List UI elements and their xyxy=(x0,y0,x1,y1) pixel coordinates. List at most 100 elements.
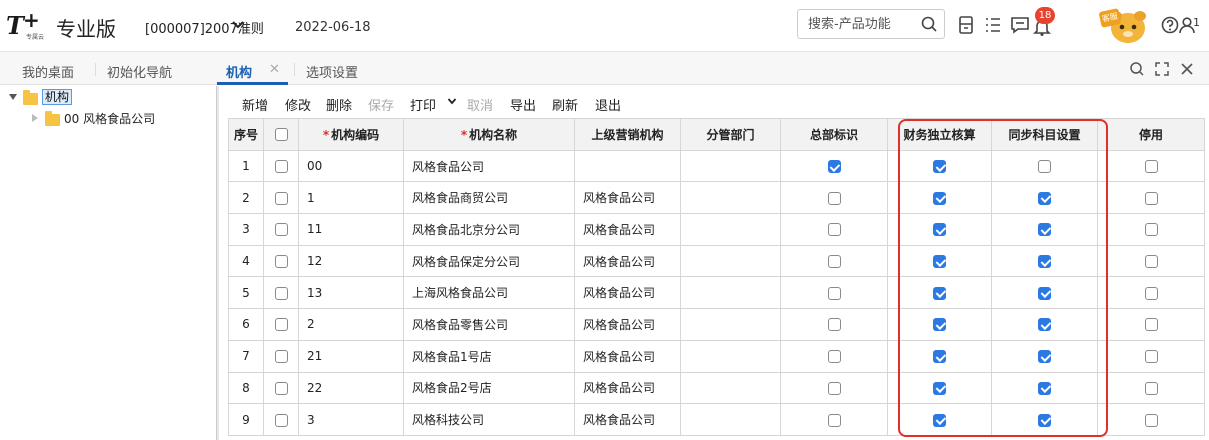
disabled-flag-cell[interactable] xyxy=(1097,149,1205,183)
triangle-right-icon[interactable] xyxy=(32,114,38,122)
col-header-code[interactable]: * 机构编码 xyxy=(298,118,404,151)
row-select-cell[interactable] xyxy=(263,403,299,436)
cancel-button[interactable]: 取消 xyxy=(467,95,493,114)
account-selector[interactable]: [000007]2007准则 xyxy=(145,18,264,37)
sync-account-settings-cell[interactable] xyxy=(991,213,1098,246)
row-select-cell[interactable] xyxy=(263,181,299,215)
disabled-flag-cell[interactable] xyxy=(1097,213,1205,246)
sync-account-settings-checkbox[interactable] xyxy=(1038,413,1051,427)
table-row[interactable]: 8 22 风格食品2号店 风格食品公司 xyxy=(228,371,1205,405)
hq-flag-cell[interactable] xyxy=(780,276,888,310)
independent-accounting-checkbox[interactable] xyxy=(933,413,946,427)
independent-accounting-checkbox[interactable] xyxy=(933,318,946,332)
sync-account-settings-cell[interactable] xyxy=(991,276,1098,310)
independent-accounting-cell[interactable] xyxy=(887,181,992,215)
chevron-down-icon[interactable] xyxy=(447,96,457,106)
org-name-cell[interactable]: 风格食品保定分公司 xyxy=(403,244,575,278)
exit-button[interactable]: 退出 xyxy=(595,95,621,114)
hq-flag-cell[interactable] xyxy=(780,403,888,436)
disabled-flag-checkbox[interactable] xyxy=(1144,413,1158,427)
org-name-cell[interactable]: 风格食品北京分公司 xyxy=(403,213,575,246)
sync-account-settings-cell[interactable] xyxy=(991,308,1098,341)
parent-org-cell[interactable]: 风格食品公司 xyxy=(574,308,681,341)
col-header-hq[interactable]: 总部标识 xyxy=(780,118,888,151)
dept-cell[interactable] xyxy=(680,339,781,373)
disabled-flag-checkbox[interactable] xyxy=(1144,286,1158,300)
sync-account-settings-cell[interactable] xyxy=(991,181,1098,215)
org-code-cell[interactable]: 00 xyxy=(298,149,404,183)
disabled-flag-checkbox[interactable] xyxy=(1144,223,1158,237)
independent-accounting-checkbox[interactable] xyxy=(933,160,946,174)
independent-accounting-cell[interactable] xyxy=(887,339,992,373)
hq-flag-checkbox[interactable] xyxy=(827,191,841,205)
hq-flag-checkbox[interactable] xyxy=(827,286,841,300)
table-row[interactable]: 4 12 风格食品保定分公司 风格食品公司 xyxy=(228,244,1205,278)
independent-accounting-checkbox[interactable] xyxy=(933,381,946,395)
row-select-cell[interactable] xyxy=(263,371,299,405)
independent-accounting-cell[interactable] xyxy=(887,213,992,246)
disabled-flag-cell[interactable] xyxy=(1097,339,1205,373)
hq-flag-cell[interactable] xyxy=(780,371,888,405)
org-code-cell[interactable]: 12 xyxy=(298,244,404,278)
independent-accounting-cell[interactable] xyxy=(887,371,992,405)
print-button[interactable]: 打印 xyxy=(410,95,436,114)
parent-org-cell[interactable]: 风格食品公司 xyxy=(574,244,681,278)
independent-accounting-cell[interactable] xyxy=(887,149,992,183)
col-header-dept[interactable]: 分管部门 xyxy=(680,118,781,151)
search-icon[interactable] xyxy=(920,15,938,33)
hq-flag-checkbox[interactable] xyxy=(827,381,841,395)
tree-node-child[interactable]: 00 风格食品公司 xyxy=(0,108,210,126)
org-code-cell[interactable]: 13 xyxy=(298,276,404,310)
col-header-select-all[interactable] xyxy=(263,118,299,151)
edit-button[interactable]: 修改 xyxy=(285,95,311,114)
hq-flag-cell[interactable] xyxy=(780,213,888,246)
parent-org-cell[interactable]: 风格食品公司 xyxy=(574,371,681,405)
org-name-cell[interactable]: 风格食品商贸公司 xyxy=(403,181,575,215)
sync-account-settings-checkbox[interactable] xyxy=(1038,318,1051,332)
hq-flag-checkbox[interactable] xyxy=(827,413,841,427)
sync-account-settings-cell[interactable] xyxy=(991,339,1098,373)
add-button[interactable]: 新增 xyxy=(242,95,268,114)
tab-organization[interactable]: 机构 xyxy=(226,62,252,81)
org-code-cell[interactable]: 22 xyxy=(298,371,404,405)
independent-accounting-cell[interactable] xyxy=(887,244,992,278)
table-row[interactable]: 2 1 风格食品商贸公司 风格食品公司 xyxy=(228,181,1205,215)
org-code-cell[interactable]: 11 xyxy=(298,213,404,246)
org-name-cell[interactable]: 上海风格食品公司 xyxy=(403,276,575,310)
dept-cell[interactable] xyxy=(680,213,781,246)
close-icon[interactable]: ✕ xyxy=(269,62,280,77)
independent-accounting-cell[interactable] xyxy=(887,403,992,436)
hq-flag-cell[interactable] xyxy=(780,181,888,215)
task-list-icon[interactable] xyxy=(983,15,1003,35)
disabled-flag-cell[interactable] xyxy=(1097,276,1205,310)
tplus-logo[interactable]: T + 专属云 xyxy=(6,8,52,41)
table-row[interactable]: 6 2 风格食品零售公司 风格食品公司 xyxy=(228,308,1205,341)
hq-flag-cell[interactable] xyxy=(780,339,888,373)
independent-accounting-checkbox[interactable] xyxy=(933,255,946,269)
row-select-cell[interactable] xyxy=(263,339,299,373)
table-row[interactable]: 5 13 上海风格食品公司 风格食品公司 xyxy=(228,276,1205,310)
dept-cell[interactable] xyxy=(680,181,781,215)
row-select-cell[interactable] xyxy=(263,244,299,278)
disabled-flag-checkbox[interactable] xyxy=(1144,191,1158,205)
search-icon[interactable] xyxy=(1128,60,1146,78)
fullscreen-icon[interactable] xyxy=(1153,60,1171,78)
col-header-indep[interactable]: 财务独立核算 xyxy=(887,118,992,151)
table-row[interactable]: 7 21 风格食品1号店 风格食品公司 xyxy=(228,339,1205,373)
disabled-flag-cell[interactable] xyxy=(1097,371,1205,405)
hq-flag-cell[interactable] xyxy=(780,149,888,183)
hq-flag-cell[interactable] xyxy=(780,308,888,341)
tree-node-label[interactable]: 00 风格食品公司 xyxy=(64,110,155,127)
col-header-sync[interactable]: 同步科目设置 xyxy=(991,118,1098,151)
independent-accounting-checkbox[interactable] xyxy=(933,223,946,237)
sync-account-settings-checkbox[interactable] xyxy=(1038,350,1051,364)
row-select-checkbox[interactable] xyxy=(274,318,288,332)
select-all-checkbox[interactable] xyxy=(274,128,288,142)
dept-cell[interactable] xyxy=(680,276,781,310)
table-row[interactable]: 9 3 风格科技公司 风格食品公司 xyxy=(228,403,1205,436)
disabled-flag-cell[interactable] xyxy=(1097,403,1205,436)
dept-cell[interactable] xyxy=(680,371,781,405)
row-select-checkbox[interactable] xyxy=(274,223,288,237)
hq-flag-checkbox[interactable] xyxy=(827,350,841,364)
delete-button[interactable]: 删除 xyxy=(326,95,352,114)
